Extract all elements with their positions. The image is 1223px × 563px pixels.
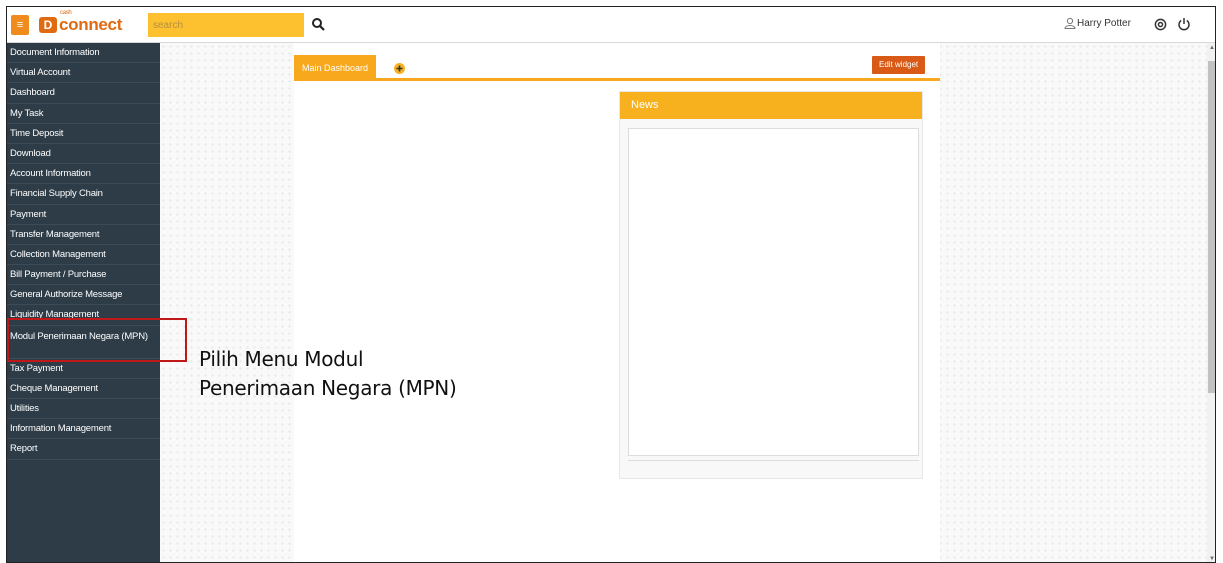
logo-word: cash connect [59,10,123,35]
sidebar-item-information-management[interactable]: Information Management [7,419,160,440]
hamburger-menu-icon[interactable]: ≡ [11,15,29,35]
logo-small-text: cash [60,10,72,16]
scrollbar-thumb[interactable] [1208,61,1215,393]
sidebar-item-cheque-management[interactable]: Cheque Management [7,379,160,399]
sidebar-item-bill-payment[interactable]: Bill Payment / Purchase [7,265,160,286]
tab-main-dashboard[interactable]: Main Dashboard [294,55,377,81]
sidebar-menu: Document Information Virtual Account Das… [7,43,160,562]
sidebar-item-report[interactable]: Report [7,439,160,460]
sidebar-item-general-authorize-message[interactable]: General Authorize Message [7,285,160,306]
user-name: Harry Potter [1077,17,1131,29]
logo-word-text: connect [59,15,123,34]
sidebar-item-transfer-management[interactable]: Transfer Management [7,225,160,245]
support-icon[interactable] [1154,18,1167,31]
annotation-line-2: Penerimaan Negara (MPN) [199,376,457,400]
sidebar-item-document-information[interactable]: Document Information [7,43,160,64]
power-icon[interactable] [1177,17,1191,31]
main-content: Main Dashboard Edit widget News [160,43,1215,562]
search-icon[interactable] [311,17,325,31]
sidebar-item-account-information[interactable]: Account Information [7,164,160,185]
annotation-line-1: Pilih Menu Modul [199,347,364,371]
mpn-highlight-box [7,318,187,362]
news-widget: News [619,91,923,479]
sidebar-item-dashboard[interactable]: Dashboard [7,83,160,104]
news-widget-body [628,128,919,456]
sidebar-item-utilities[interactable]: Utilities [7,399,160,420]
logo-letter: D [39,17,57,33]
sidebar-item-time-deposit[interactable]: Time Deposit [7,124,160,144]
browser-window: ≡ D cashconnect Harry Potter [6,6,1216,563]
app-logo[interactable]: D cash connect [39,10,123,37]
sidebar-item-download[interactable]: Download [7,144,160,165]
news-widget-footer [628,460,919,474]
instruction-annotation: Pilih Menu Modul Penerimaan Negara (MPN) [199,345,457,403]
sidebar-item-my-task[interactable]: My Task [7,104,160,124]
page-scrollbar[interactable]: ▲ ▼ [1207,43,1215,562]
dashboard-panel: Main Dashboard Edit widget News [294,43,940,562]
edit-widget-button[interactable]: Edit widget [872,56,926,74]
user-menu[interactable]: Harry Potter [1064,17,1131,29]
screenshot-frame: ≡ D cashconnect Harry Potter [0,0,1223,563]
search-input[interactable] [148,13,304,37]
dashboard-tab-bar: Main Dashboard Edit widget [294,51,940,81]
scroll-up-icon[interactable]: ▲ [1207,45,1215,51]
user-icon [1064,17,1076,29]
sidebar-item-financial-supply-chain[interactable]: Financial Supply Chain [7,184,160,205]
top-bar: ≡ D cashconnect Harry Potter [7,7,1215,43]
sidebar-item-virtual-account[interactable]: Virtual Account [7,63,160,84]
sidebar-item-collection-management[interactable]: Collection Management [7,245,160,266]
scroll-down-icon[interactable]: ▼ [1207,556,1215,562]
add-tab-icon[interactable] [393,62,406,75]
news-widget-title: News [620,92,922,119]
sidebar-item-payment[interactable]: Payment [7,205,160,225]
